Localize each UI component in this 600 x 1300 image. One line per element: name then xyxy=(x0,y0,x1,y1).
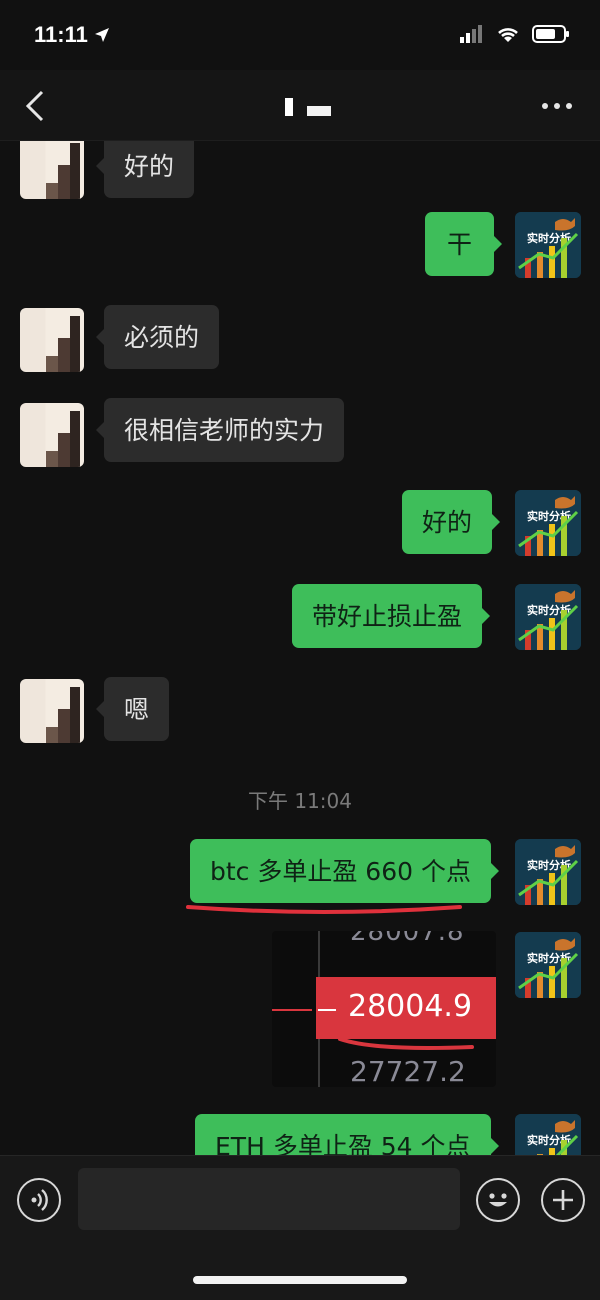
battery-icon xyxy=(532,25,569,43)
ellipsis-icon[interactable] xyxy=(542,103,572,109)
message-bubble-incoming[interactable]: 很相信老师的实力 xyxy=(95,398,345,462)
message-bubble-outgoing[interactable]: btc 多单止盈 660 个点 xyxy=(190,839,499,903)
message-input[interactable] xyxy=(78,1168,460,1230)
voice-input-icon[interactable] xyxy=(17,1178,61,1222)
low-price-label: 27727.2 xyxy=(350,1055,466,1087)
home-indicator[interactable] xyxy=(193,1276,407,1284)
teacher-avatar[interactable]: 实时分析 xyxy=(515,212,581,278)
teacher-avatar[interactable]: 实时分析 xyxy=(515,584,581,650)
red-underline-annotation xyxy=(186,905,462,914)
teacher-avatar[interactable]: 实时分析 xyxy=(515,932,581,998)
message-bubble-outgoing[interactable]: 干 xyxy=(425,212,503,276)
teacher-avatar[interactable]: 实时分析 xyxy=(515,1114,581,1155)
chevron-left-icon[interactable] xyxy=(22,88,48,128)
contact-avatar[interactable] xyxy=(20,141,84,199)
message-bubble-incoming[interactable]: 嗯 xyxy=(95,677,170,741)
cellular-signal-icon xyxy=(460,25,482,43)
location-arrow-icon xyxy=(93,26,111,48)
chat-title-redacted xyxy=(285,98,331,116)
plus-icon[interactable] xyxy=(541,1178,585,1222)
message-bubble-outgoing[interactable]: 带好止损止盈 xyxy=(292,584,491,648)
wifi-icon xyxy=(498,28,518,42)
message-bubble-incoming[interactable]: 必须的 xyxy=(95,305,220,369)
contact-avatar[interactable] xyxy=(20,679,84,743)
teacher-avatar[interactable]: 实时分析 xyxy=(515,839,581,905)
message-bubble-outgoing[interactable]: ETH 多单止盈 54 个点 xyxy=(195,1114,499,1155)
status-time: 11:11 xyxy=(34,22,88,47)
chat-history[interactable]: 好的 干 实时分析 必须的 很相信老师的实力 好的 实时分析 带好止损止盈 实时… xyxy=(0,141,600,1155)
red-underline-annotation xyxy=(338,1037,474,1050)
message-bubble-incoming[interactable]: 好的 xyxy=(95,141,195,198)
message-bubble-outgoing[interactable]: 好的 xyxy=(402,490,501,554)
message-timestamp: 下午 11:04 xyxy=(248,789,352,813)
current-price-label: 28004.9 xyxy=(348,989,473,1024)
price-screenshot-image[interactable]: 28007.8 28004.9 27727.2 xyxy=(272,931,496,1087)
contact-avatar[interactable] xyxy=(20,308,84,372)
emoji-icon[interactable] xyxy=(476,1178,520,1222)
teacher-avatar[interactable]: 实时分析 xyxy=(515,490,581,556)
contact-avatar[interactable] xyxy=(20,403,84,467)
status-icons xyxy=(460,24,570,44)
